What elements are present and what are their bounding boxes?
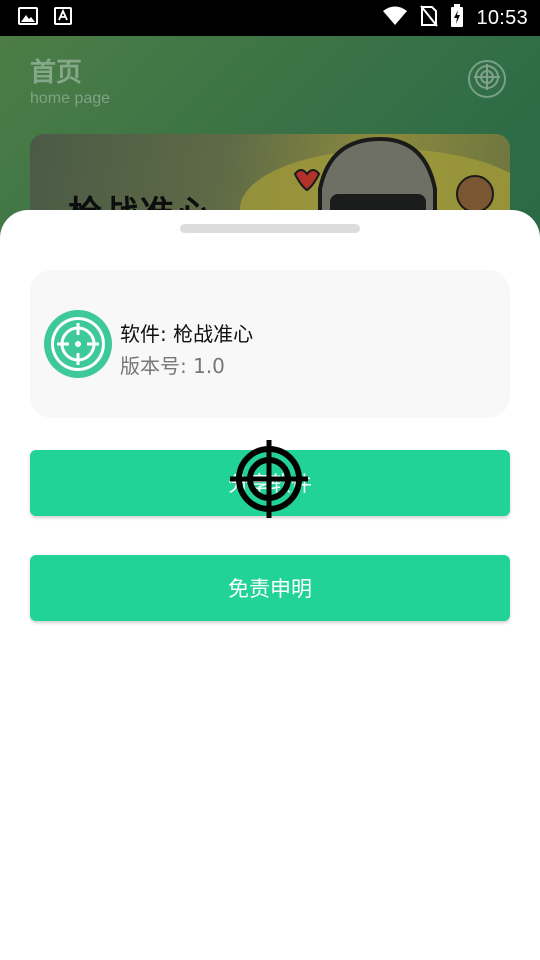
crosshair-overlay[interactable] [228, 438, 310, 520]
disclaimer-button[interactable]: 免责申明 [30, 555, 510, 621]
screen: 10:53 首页 home page 枪战准心 [0, 0, 540, 960]
app-version: 版本号: 1.0 [120, 354, 225, 378]
page-subtitle: home page [30, 90, 111, 107]
crosshair-icon [228, 440, 310, 524]
wifi-icon [382, 6, 408, 30]
font-icon [54, 7, 72, 29]
target-button[interactable] [468, 60, 506, 98]
page-title: 首页 [30, 58, 83, 88]
image-icon [18, 7, 38, 29]
status-bar: 10:53 [0, 0, 540, 36]
status-left [18, 7, 72, 29]
status-time: 10:53 [476, 6, 528, 29]
no-sim-icon [420, 5, 439, 31]
crosshair-app-icon [44, 310, 112, 378]
app-info-card: 软件: 枪战准心 版本号: 1.0 [30, 270, 510, 418]
drag-handle[interactable] [180, 224, 360, 233]
target-icon [473, 63, 501, 95]
bottom-sheet: 软件: 枪战准心 版本号: 1.0 分享软件 免责申明 [0, 210, 540, 960]
status-right: 10:53 [382, 4, 528, 32]
app-name: 软件: 枪战准心 [120, 322, 254, 346]
battery-charging-icon [450, 4, 464, 32]
